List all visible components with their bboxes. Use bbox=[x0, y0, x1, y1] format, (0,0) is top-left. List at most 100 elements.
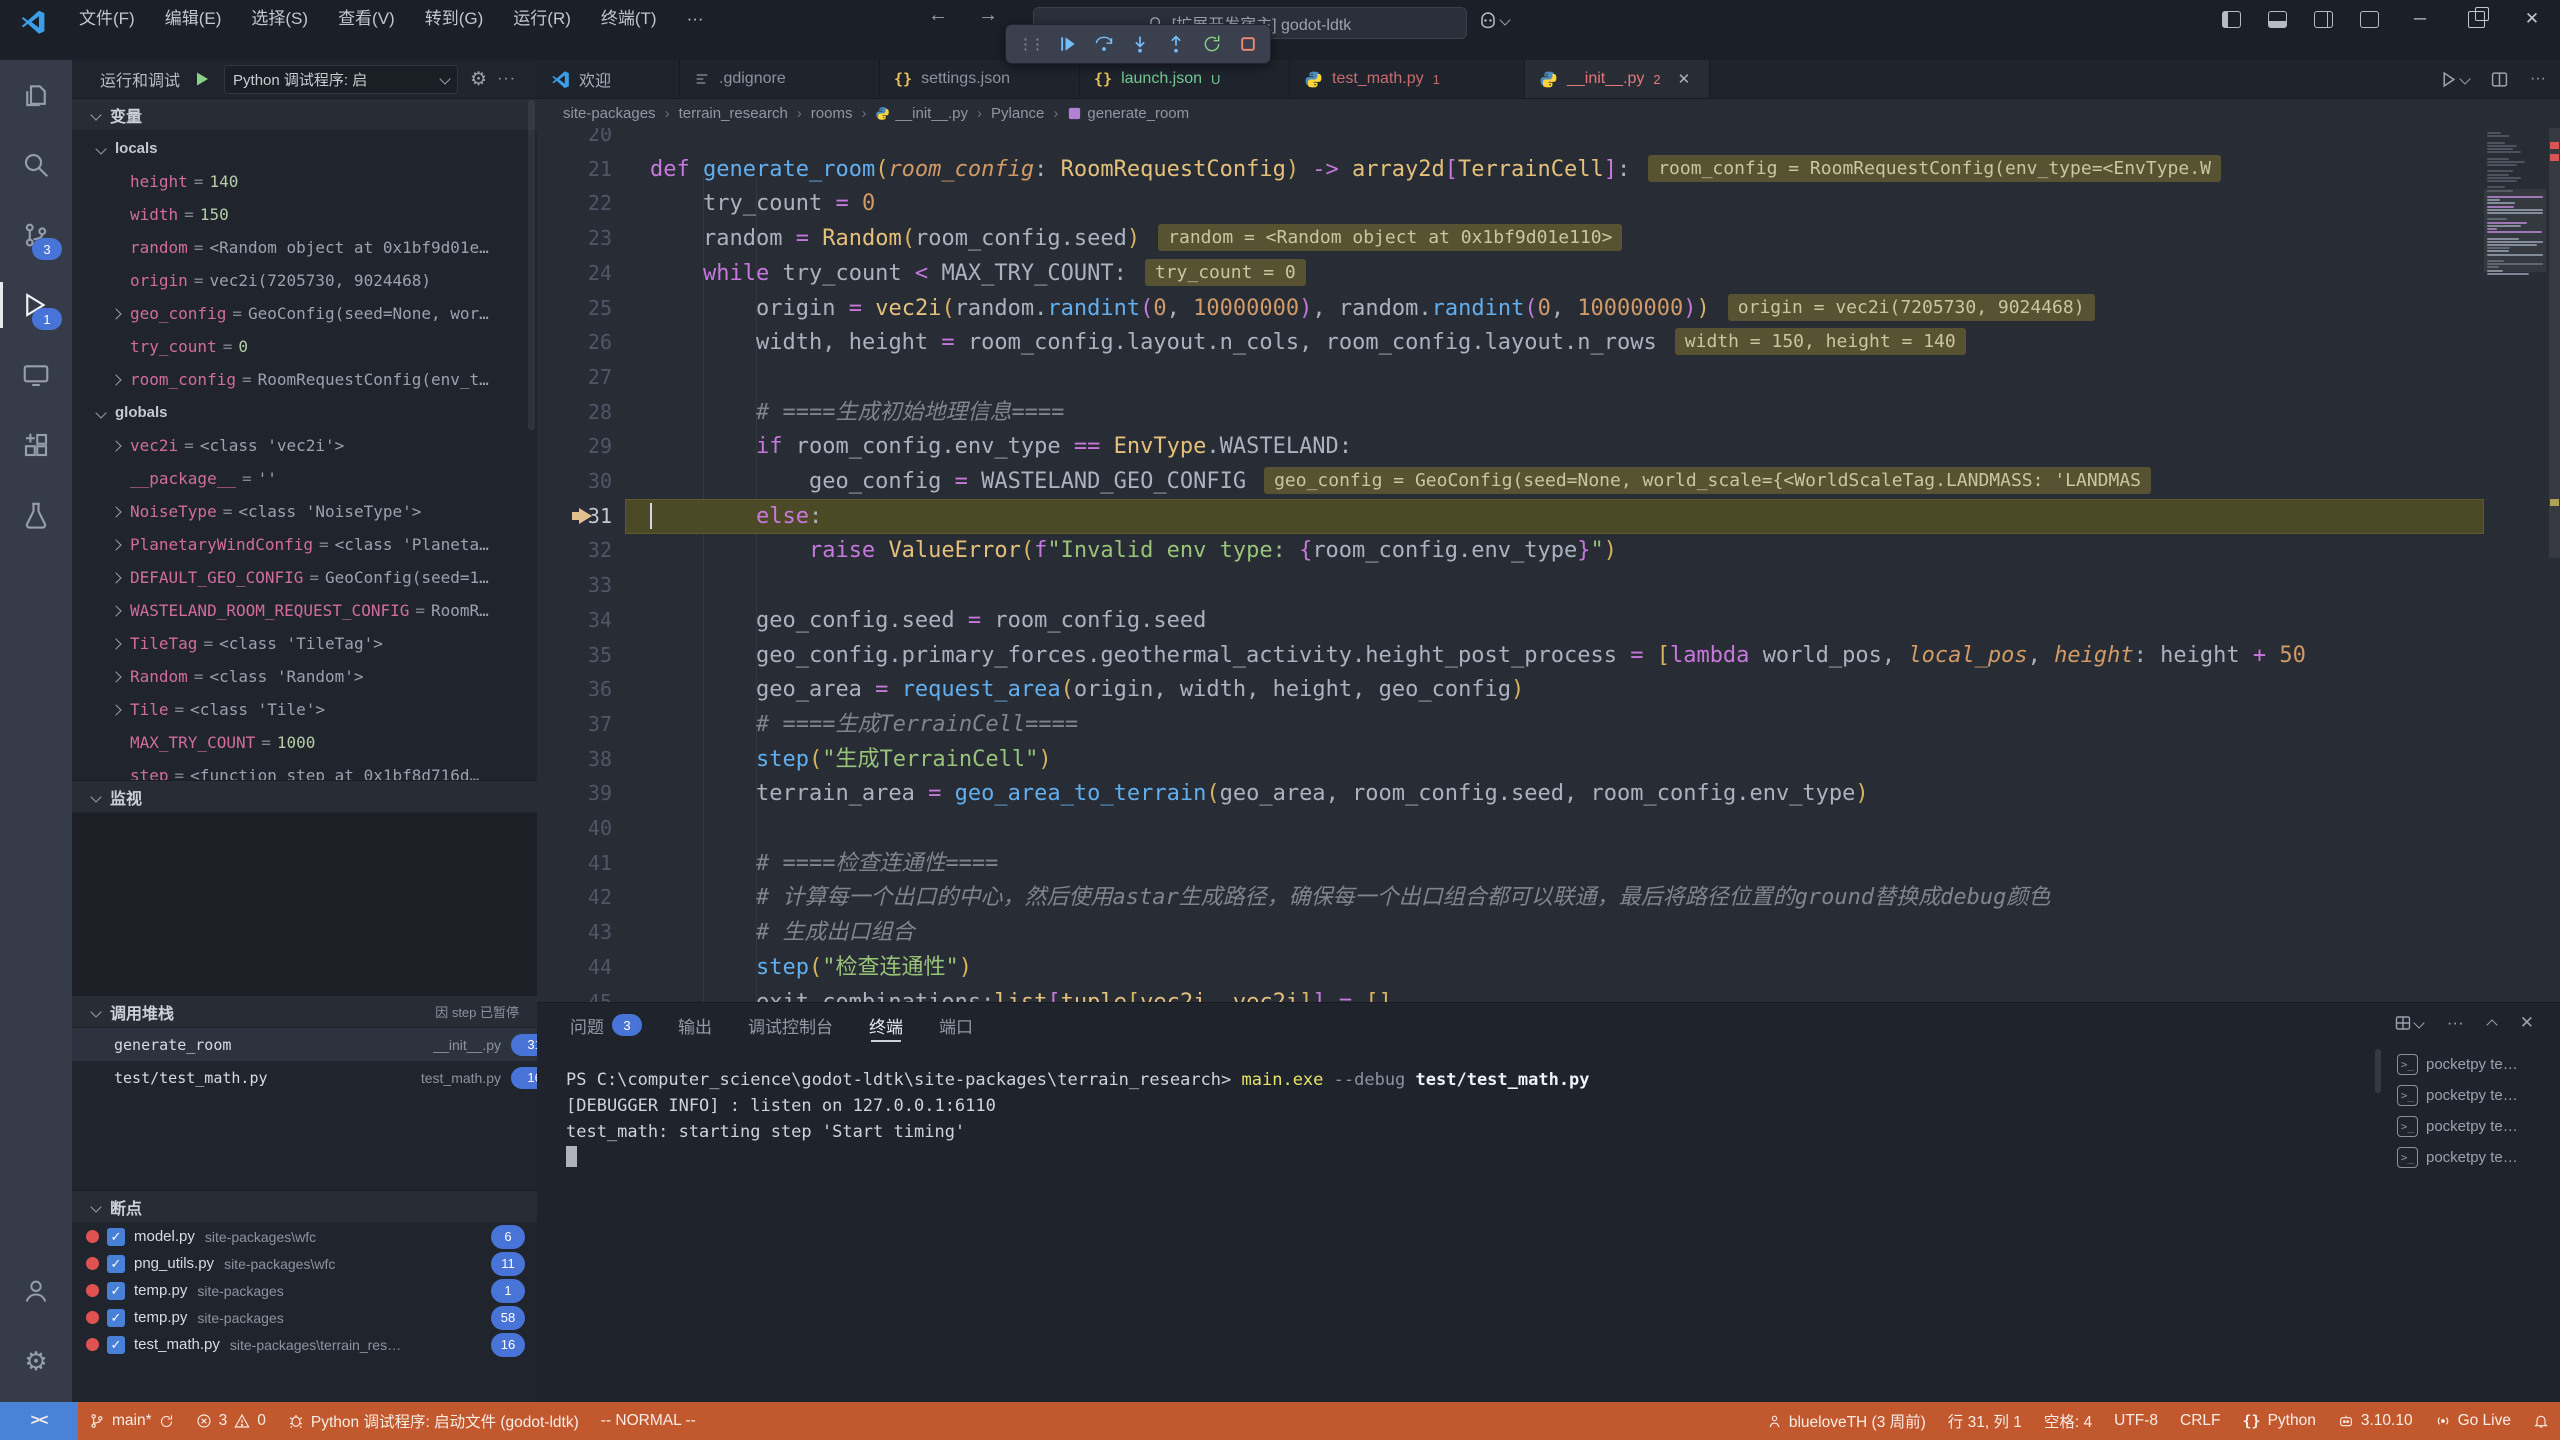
call-stack-frame[interactable]: generate_room__init__.py31:1 bbox=[72, 1028, 538, 1061]
gutter-line-number[interactable]: 24 bbox=[537, 256, 612, 291]
panel-tab-端口[interactable]: 端口 bbox=[939, 1003, 973, 1047]
window-minimize-button[interactable]: ─ bbox=[2392, 0, 2448, 38]
minimap[interactable] bbox=[2484, 128, 2546, 1002]
activity-item-testing[interactable] bbox=[0, 480, 72, 550]
tab-__init__.py[interactable]: __init__.py2✕ bbox=[1525, 60, 1710, 98]
window-restore-button[interactable] bbox=[2448, 0, 2504, 38]
breakpoint-checkbox[interactable]: ✓ bbox=[107, 1336, 125, 1354]
status-git-branch[interactable]: main* bbox=[78, 1402, 185, 1440]
gutter-line-number[interactable]: 33 bbox=[537, 568, 612, 603]
breadcrumb-item-0[interactable]: site-packages bbox=[563, 105, 656, 122]
variable-row[interactable]: TileTag=<class 'TileTag'> bbox=[72, 627, 538, 660]
variable-row[interactable]: geo_config=GeoConfig(seed=None, wor… bbox=[72, 297, 538, 330]
status-cursor-position[interactable]: 行 31, 列 1 bbox=[1937, 1402, 2033, 1440]
variable-row[interactable]: __package__='' bbox=[72, 462, 538, 495]
menu-item-2[interactable]: 选择(S) bbox=[236, 0, 323, 38]
tab-launch.json[interactable]: {}launch.jsonU bbox=[1080, 60, 1290, 98]
run-python-file-button[interactable] bbox=[2440, 71, 2469, 88]
variable-row[interactable]: Tile=<class 'Tile'> bbox=[72, 693, 538, 726]
status-remote-indicator[interactable]: >< bbox=[0, 1402, 78, 1440]
code-editor[interactable]: 2021def generate_room(room_config: RoomR… bbox=[537, 128, 2560, 1002]
debug-stop-button[interactable] bbox=[1238, 34, 1258, 54]
gutter-line-number[interactable]: 36 bbox=[537, 672, 612, 707]
section-header-watch[interactable]: 监视 bbox=[72, 780, 537, 812]
minimap-slider[interactable] bbox=[2484, 189, 2546, 272]
activity-item-source-control[interactable]: 3 bbox=[0, 200, 72, 270]
panel-tab-问题[interactable]: 问题3 bbox=[570, 1003, 642, 1047]
section-header-breakpoints[interactable]: 断点 bbox=[72, 1190, 537, 1222]
status-go-live[interactable]: Go Live bbox=[2424, 1402, 2522, 1440]
variable-row[interactable]: room_config=RoomRequestConfig(env_t… bbox=[72, 363, 538, 396]
gutter-line-number[interactable]: 22 bbox=[537, 186, 612, 221]
variable-row[interactable]: WASTELAND_ROOM_REQUEST_CONFIG=RoomR… bbox=[72, 594, 538, 627]
variable-row[interactable]: Random=<class 'Random'> bbox=[72, 660, 538, 693]
activity-item-remote-explorer[interactable] bbox=[0, 340, 72, 410]
customize-layout-button[interactable] bbox=[2346, 0, 2392, 38]
activity-item-explorer[interactable] bbox=[0, 60, 72, 130]
gutter-line-number[interactable]: 37 bbox=[537, 707, 612, 742]
terminal-output[interactable]: PS C:\computer_science\godot-ldtk\site-p… bbox=[566, 1067, 1590, 1171]
editor-more-actions-icon[interactable]: ··· bbox=[2530, 70, 2546, 88]
status-indentation[interactable]: 空格: 4 bbox=[2033, 1402, 2103, 1440]
breakpoint-checkbox[interactable]: ✓ bbox=[107, 1282, 125, 1300]
gutter-line-number[interactable]: 32 bbox=[537, 533, 612, 568]
toggle-panel-button[interactable] bbox=[2254, 0, 2300, 38]
debug-step-into-button[interactable] bbox=[1130, 34, 1150, 54]
gear-icon[interactable]: ⚙ bbox=[470, 68, 487, 91]
panel-more-actions-icon[interactable]: ··· bbox=[2447, 1013, 2464, 1033]
menu-item-7[interactable]: ··· bbox=[672, 0, 719, 38]
debug-step-over-button[interactable] bbox=[1094, 34, 1114, 54]
gutter-line-number[interactable]: 34 bbox=[537, 603, 612, 638]
menu-item-6[interactable]: 终端(T) bbox=[586, 0, 672, 38]
breakpoint-checkbox[interactable]: ✓ bbox=[107, 1309, 125, 1327]
status-notifications[interactable] bbox=[2522, 1402, 2560, 1440]
menu-item-0[interactable]: 文件(F) bbox=[64, 0, 150, 38]
sidebar-more-actions-icon[interactable]: ··· bbox=[497, 70, 516, 88]
section-header-call-stack[interactable]: 调用堆栈因 step 已暂停 bbox=[72, 995, 537, 1027]
window-close-button[interactable]: ✕ bbox=[2504, 0, 2560, 38]
gutter-line-number[interactable]: 27 bbox=[537, 360, 612, 395]
status-debug-session[interactable]: Python 调试程序: 启动文件 (godot-ldtk) bbox=[277, 1402, 590, 1440]
split-editor-icon[interactable] bbox=[2491, 71, 2508, 88]
variable-row[interactable]: DEFAULT_GEO_CONFIG=GeoConfig(seed=1… bbox=[72, 561, 538, 594]
breakpoint-row[interactable]: ✓model.pysite-packages\wfc6 bbox=[72, 1223, 537, 1250]
debug-configuration-select[interactable]: Python 调试程序: 启 bbox=[224, 65, 458, 94]
terminal-instance-1[interactable]: >_pocketpy te… bbox=[2397, 1080, 2557, 1111]
variable-row[interactable]: width=150 bbox=[72, 198, 538, 231]
gutter-line-number[interactable]: 39 bbox=[537, 776, 612, 811]
variable-row[interactable]: vec2i=<class 'vec2i'> bbox=[72, 429, 538, 462]
gutter-line-number[interactable]: 30 bbox=[537, 464, 612, 499]
breakpoint-checkbox[interactable]: ✓ bbox=[107, 1228, 125, 1246]
nav-forward-icon[interactable]: → bbox=[978, 4, 998, 27]
call-stack-frame[interactable]: test/test_math.pytest_math.py16:1 bbox=[72, 1061, 538, 1094]
variables-group-locals[interactable]: locals bbox=[72, 132, 538, 165]
gutter-line-number[interactable]: 26 bbox=[537, 325, 612, 360]
activity-item-run-and-debug[interactable]: 1 bbox=[0, 270, 72, 340]
status-python-version[interactable]: 3.10.10 bbox=[2327, 1402, 2424, 1440]
tab-test_math.py[interactable]: test_math.py1 bbox=[1290, 60, 1525, 98]
terminal-instance-0[interactable]: >_pocketpy te… bbox=[2397, 1049, 2557, 1080]
variable-row[interactable]: random=<Random object at 0x1bf9d01e… bbox=[72, 231, 538, 264]
terminal-instance-2[interactable]: >_pocketpy te… bbox=[2397, 1111, 2557, 1142]
toggle-primary-sidebar-button[interactable] bbox=[2208, 0, 2254, 38]
close-panel-icon[interactable]: ✕ bbox=[2520, 1013, 2534, 1033]
section-header-variables[interactable]: 变量 bbox=[72, 98, 537, 130]
gutter-line-number[interactable]: 21 bbox=[537, 152, 612, 187]
terminal-scrollbar[interactable] bbox=[2375, 1049, 2381, 1093]
debug-continue-button[interactable] bbox=[1058, 34, 1078, 54]
debug-restart-button[interactable] bbox=[1202, 34, 1222, 54]
gutter-line-number[interactable]: 23 bbox=[537, 221, 612, 256]
activity-item-search[interactable] bbox=[0, 130, 72, 200]
gutter-line-number[interactable]: 41 bbox=[537, 846, 612, 881]
status-language-mode[interactable]: {}Python bbox=[2232, 1402, 2327, 1440]
tab---[interactable]: 欢迎 bbox=[537, 60, 680, 98]
status-eol[interactable]: CRLF bbox=[2169, 1402, 2231, 1440]
gutter-line-number[interactable]: 43 bbox=[537, 915, 612, 950]
breadcrumb-item-2[interactable]: rooms bbox=[811, 105, 853, 122]
tab-close-icon[interactable]: ✕ bbox=[1678, 70, 1691, 88]
variables-group-globals[interactable]: globals bbox=[72, 396, 538, 429]
breakpoint-row[interactable]: ✓temp.pysite-packages1 bbox=[72, 1277, 537, 1304]
gutter-line-number[interactable]: 42 bbox=[537, 880, 612, 915]
variable-row[interactable]: MAX_TRY_COUNT=1000 bbox=[72, 726, 538, 759]
activity-item-settings[interactable]: ⚙ bbox=[0, 1326, 72, 1396]
